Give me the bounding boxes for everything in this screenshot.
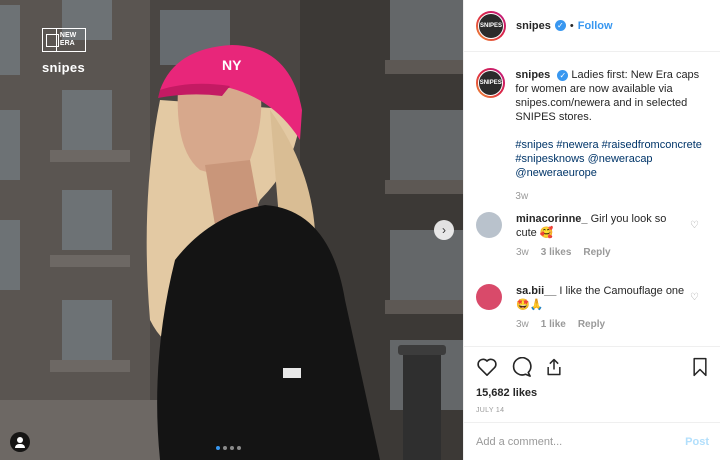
- caption-hashtags[interactable]: #snipes #newera #raisedfromconcrete #sni…: [515, 139, 702, 179]
- share-icon[interactable]: [544, 357, 564, 377]
- like-comment-icon[interactable]: ♡: [690, 220, 699, 231]
- verified-icon: ✓: [554, 20, 566, 31]
- avatar-text: SNIPES: [478, 70, 504, 96]
- comment-meta: 3w 1 like Reply: [516, 318, 686, 332]
- caption-time: 3w: [515, 191, 529, 202]
- post-date: JULY 14: [476, 407, 505, 414]
- new-era-logo: NEW ERA: [42, 28, 86, 52]
- comment-meta: 3w 3 likes Reply: [516, 246, 686, 260]
- comment-username[interactable]: minacorinne_: [516, 213, 588, 225]
- avatar-text: SNIPES: [478, 12, 504, 39]
- avatar[interactable]: SNIPES: [476, 68, 506, 98]
- caption-body: snipes ✓ Ladies first: New Era caps for …: [515, 68, 711, 204]
- post-caption: SNIPES snipes ✓ Ladies first: New Era ca…: [476, 68, 711, 204]
- carousel-dots: [216, 446, 241, 450]
- comment-icon[interactable]: [510, 357, 532, 377]
- comment-item: minacorinne_ Girl you look so cute 🥰 3w …: [476, 212, 711, 260]
- carousel-dot[interactable]: [216, 446, 220, 450]
- post-actions: 15,682 likes JULY 14: [464, 346, 720, 414]
- heart-icon[interactable]: [476, 357, 498, 377]
- carousel-dot[interactable]: [230, 446, 234, 450]
- comment-item: sa.bii__ I like the Camouflage one 🤩🙏 3w…: [476, 284, 711, 332]
- bookmark-icon[interactable]: [691, 357, 709, 377]
- snipes-logo: snipes: [42, 60, 85, 75]
- follow-button[interactable]: Follow: [578, 20, 613, 32]
- user-tag-icon[interactable]: [10, 432, 30, 452]
- likes-count[interactable]: 15,682 likes: [476, 387, 709, 399]
- carousel-dot[interactable]: [237, 446, 241, 450]
- comment-time: 3w: [516, 247, 529, 258]
- comment-time: 3w: [516, 319, 529, 330]
- flag-icon: [43, 29, 59, 51]
- svg-text:NY: NY: [222, 57, 242, 73]
- avatar[interactable]: SNIPES: [476, 10, 506, 41]
- reply-button[interactable]: Reply: [583, 246, 610, 260]
- new-era-logo-text: NEW ERA: [59, 32, 77, 47]
- comment-composer: Post: [464, 422, 720, 460]
- comment-username[interactable]: sa.bii__: [516, 285, 556, 297]
- separator: •: [569, 19, 574, 32]
- commenter-avatar[interactable]: [476, 284, 502, 310]
- post-photo[interactable]: NY NEW ERA snipes ›: [0, 0, 463, 460]
- comment-input[interactable]: [476, 435, 686, 448]
- caption-username[interactable]: snipes: [515, 69, 550, 81]
- post-sidebar: SNIPES snipes ✓ • Follow SNIPES snipes ✓…: [463, 0, 720, 460]
- chevron-right-icon[interactable]: ›: [434, 220, 454, 240]
- post-button[interactable]: Post: [685, 436, 709, 448]
- commenter-avatar[interactable]: [476, 212, 502, 238]
- comment-body: minacorinne_ Girl you look so cute 🥰 3w …: [516, 212, 686, 260]
- verified-icon: ✓: [557, 69, 569, 81]
- comment-body: sa.bii__ I like the Camouflage one 🤩🙏 3w…: [516, 284, 686, 332]
- post-window: NY NEW ERA snipes › SNIPES snipes ✓ • Fo…: [0, 0, 720, 460]
- carousel-dot[interactable]: [223, 446, 227, 450]
- like-comment-icon[interactable]: ♡: [690, 292, 699, 303]
- header-username[interactable]: snipes: [516, 20, 551, 32]
- comment-likes[interactable]: 1 like: [541, 318, 566, 332]
- comment-likes[interactable]: 3 likes: [541, 246, 572, 260]
- post-header: SNIPES snipes ✓ • Follow: [464, 0, 720, 52]
- action-icons: [476, 355, 709, 379]
- reply-button[interactable]: Reply: [578, 318, 605, 332]
